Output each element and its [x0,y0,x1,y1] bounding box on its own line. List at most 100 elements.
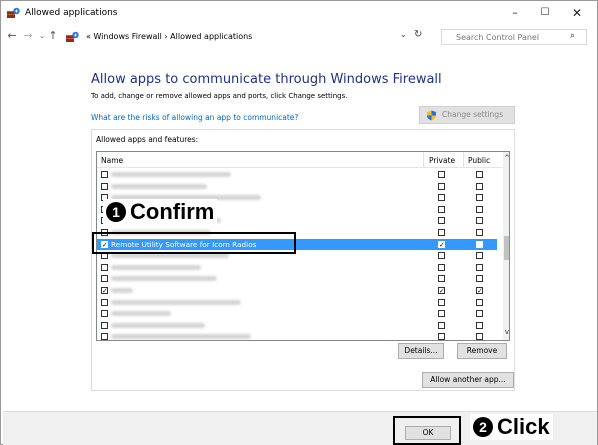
public-checkbox[interactable] [476,194,483,202]
private-checkbox[interactable]: ✓ [438,240,445,248]
public-checkbox[interactable]: ✓ [476,287,483,295]
table-row[interactable] [97,308,497,320]
private-checkbox[interactable] [438,298,445,306]
private-checkbox[interactable] [438,310,445,318]
app-enabled-checkbox[interactable] [101,275,108,283]
public-checkbox[interactable] [476,263,483,271]
table-row[interactable] [97,273,497,285]
app-enabled-checkbox[interactable] [101,263,108,271]
click-callout-text: Click [497,414,550,439]
column-header-name[interactable]: Name [101,156,123,165]
allowed-applications-window: Allowed applications – ☐ ✕ ← → ⌄ ↑ « Win… [0,0,598,445]
app-enabled-checkbox[interactable] [101,321,108,329]
column-divider [463,152,464,168]
table-row[interactable] [97,297,497,309]
search-input[interactable]: Search Control Panel [456,33,539,42]
page-heading: Allow apps to communicate through Window… [91,72,442,87]
list-header: Name Private Public [97,152,503,168]
private-checkbox[interactable] [438,194,445,202]
breadcrumb[interactable]: « Windows Firewall › Allowed application… [86,32,252,41]
blurred-app-name [111,276,217,282]
maximize-button[interactable]: ☐ [530,5,560,21]
close-button[interactable]: ✕ [562,5,592,21]
public-checkbox[interactable] [476,310,483,318]
ok-highlight-box [393,416,461,445]
public-checkbox[interactable] [476,240,483,248]
table-row[interactable] [97,331,497,340]
public-checkbox[interactable] [476,171,483,178]
blurred-app-name [111,264,201,270]
blurred-app-name [111,183,207,189]
app-enabled-checkbox[interactable]: ✓ [101,287,108,295]
blurred-app-name [111,322,205,328]
private-checkbox[interactable] [438,263,445,271]
firewall-app-icon [7,7,20,18]
minimize-button[interactable]: – [500,5,530,21]
public-checkbox[interactable] [476,217,483,225]
app-enabled-checkbox[interactable] [101,298,108,306]
address-bar[interactable]: « Windows Firewall › Allowed application… [63,28,433,45]
private-checkbox[interactable] [438,182,445,190]
address-dropdown-chevron-icon[interactable]: ⌄ [400,30,407,39]
blurred-app-name [111,334,251,340]
uac-shield-icon [427,110,436,121]
private-checkbox[interactable] [438,275,445,283]
private-checkbox[interactable] [438,321,445,329]
private-checkbox[interactable] [438,217,445,225]
table-row[interactable] [97,181,497,193]
allowed-apps-label: Allowed apps and features: [96,135,199,144]
remove-button[interactable]: Remove [457,343,507,359]
table-row[interactable] [97,169,497,181]
page-instructions: To add, change or remove allowed apps an… [91,92,348,100]
search-icon[interactable]: ⌕ [570,31,575,41]
private-checkbox[interactable] [438,229,445,236]
scroll-thumb[interactable] [504,236,509,260]
app-enabled-checkbox[interactable] [101,171,108,178]
refresh-icon[interactable]: ↻ [414,29,422,40]
table-row[interactable] [97,320,497,332]
risks-link[interactable]: What are the risks of allowing an app to… [91,113,298,122]
blurred-app-name [111,288,133,293]
app-enabled-checkbox[interactable] [101,310,108,318]
private-checkbox[interactable] [438,333,445,340]
allow-another-app-button[interactable]: Allow another app... [422,372,514,388]
column-divider [423,152,424,168]
up-arrow-icon[interactable]: ↑ [47,28,59,44]
private-checkbox[interactable] [438,205,445,213]
confirm-callout: 1 Confirm [103,199,218,225]
blurred-app-name [111,299,241,305]
back-arrow-icon[interactable]: ← [5,28,19,44]
public-checkbox[interactable] [476,333,483,340]
table-row[interactable] [97,262,497,274]
public-checkbox[interactable] [476,275,483,283]
scroll-down-arrow-icon[interactable]: v [503,328,509,336]
public-checkbox[interactable] [476,182,483,190]
forward-arrow-icon[interactable]: → [21,28,35,44]
public-checkbox[interactable] [476,252,483,260]
details-button[interactable]: Details... [398,343,444,359]
column-header-public[interactable]: Public [468,156,490,165]
table-row[interactable]: ✓ ✓ ✓ [97,285,497,297]
title-bar: Allowed applications – ☐ ✕ [1,1,597,25]
public-checkbox[interactable] [476,321,483,329]
scroll-up-arrow-icon[interactable]: ^ [503,154,509,162]
private-checkbox[interactable]: ✓ [438,287,445,295]
column-header-private[interactable]: Private [429,156,455,165]
change-settings-label: Change settings [442,110,504,119]
private-checkbox[interactable] [438,171,445,178]
public-checkbox[interactable] [476,205,483,213]
blurred-app-name [111,311,171,317]
blurred-app-name [111,172,231,177]
recent-locations-chevron-icon[interactable]: ⌄ [37,28,47,44]
private-checkbox[interactable] [438,252,445,260]
change-settings-button[interactable]: Change settings [419,106,515,124]
confirm-callout-text: Confirm [130,199,215,224]
public-checkbox[interactable] [476,298,483,306]
search-box[interactable]: Search Control Panel ⌕ [441,29,587,45]
app-enabled-checkbox[interactable] [101,333,108,340]
public-checkbox[interactable] [476,229,483,236]
app-enabled-checkbox[interactable] [101,182,108,190]
firewall-location-icon [66,31,79,42]
vertical-scrollbar[interactable]: ^ v [503,152,509,340]
confirm-highlight-box [92,232,296,254]
